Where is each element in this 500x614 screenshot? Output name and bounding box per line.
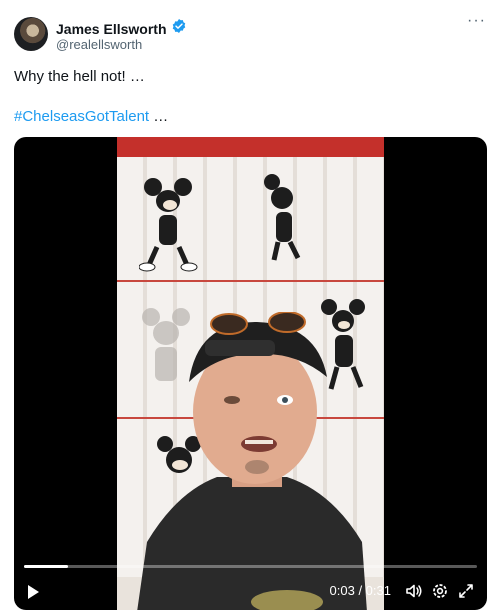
avatar[interactable] (14, 17, 48, 51)
hashtag-suffix: … (149, 108, 169, 125)
video-progress-fill (24, 565, 68, 568)
hashtag-link[interactable]: #ChelseasGotTalent (14, 108, 149, 125)
play-icon[interactable] (24, 583, 42, 601)
mickey-print (139, 178, 198, 272)
settings-icon[interactable] (431, 582, 449, 600)
mickey-print (264, 174, 301, 261)
volume-icon[interactable] (405, 582, 423, 600)
tweet-text: Why the hell not! … (14, 68, 145, 85)
user-handle[interactable]: @realellsworth (56, 37, 142, 52)
author-row: James Ellsworth (56, 18, 187, 39)
display-name[interactable]: James Ellsworth (56, 21, 167, 37)
video-frame (117, 137, 384, 610)
video-time: 0:03 / 0:31 (329, 583, 391, 598)
video-player[interactable]: 0:03 / 0:31 (14, 137, 487, 610)
verified-icon (171, 18, 187, 39)
fullscreen-icon[interactable] (457, 582, 475, 600)
video-progress-bar[interactable] (24, 565, 477, 568)
curtain-stripe (117, 280, 384, 282)
tweet-hashtag-line: #ChelseasGotTalent … (14, 108, 168, 125)
more-icon[interactable]: ··· (467, 12, 486, 30)
